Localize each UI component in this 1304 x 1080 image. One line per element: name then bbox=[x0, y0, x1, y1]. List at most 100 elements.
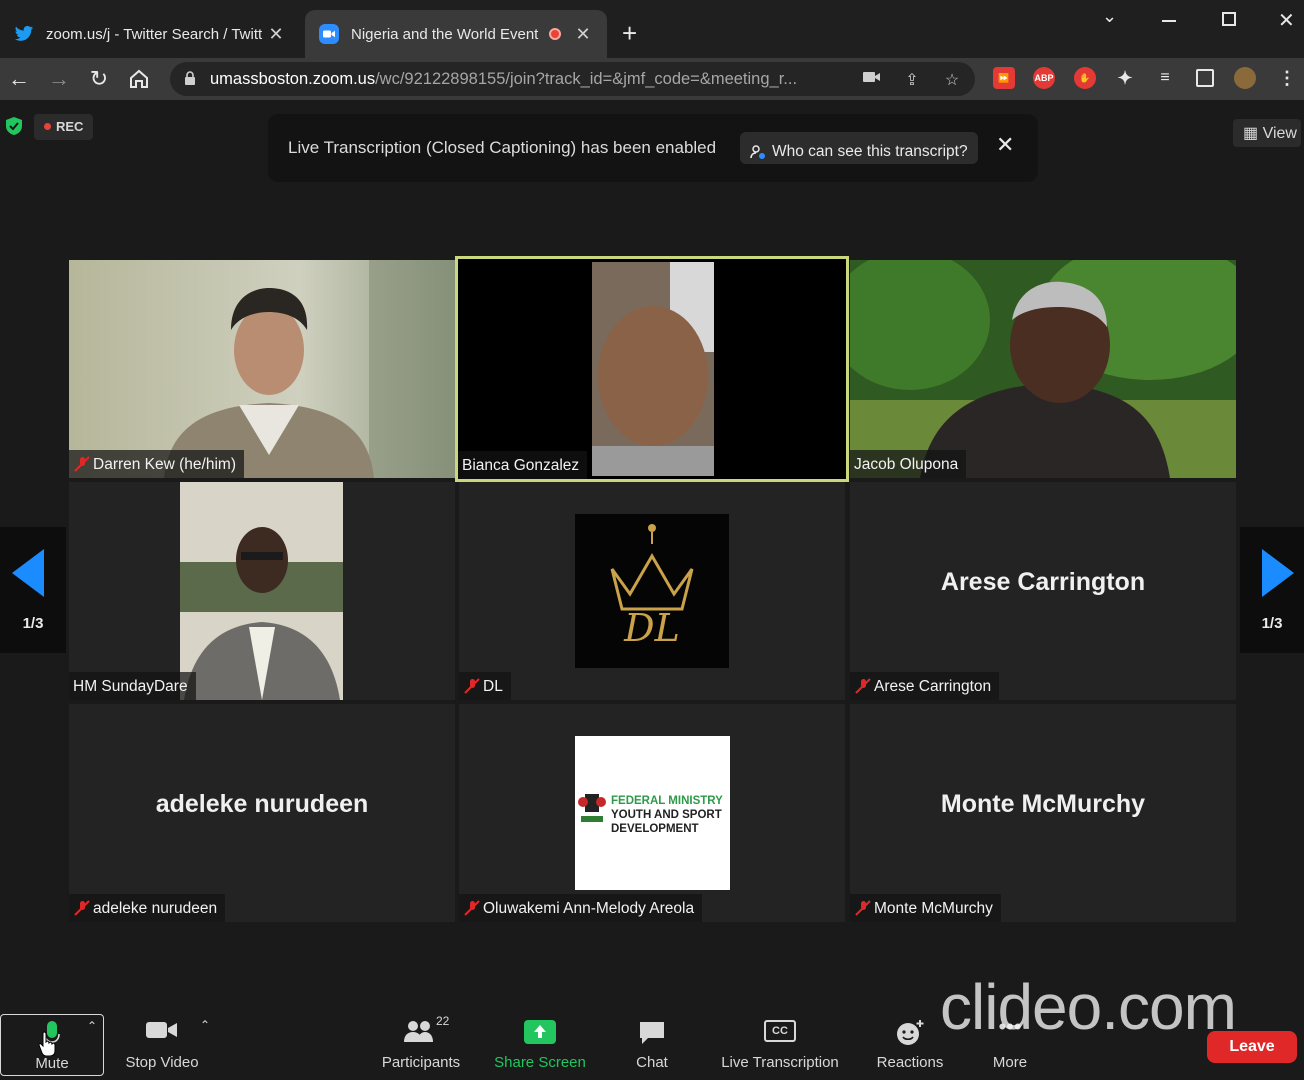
extensions-puzzle-icon[interactable]: ✦ bbox=[1114, 67, 1136, 89]
reload-icon[interactable]: ↻ bbox=[84, 64, 114, 94]
participant-name-tag: Jacob Olupona bbox=[850, 450, 967, 478]
home-icon[interactable] bbox=[124, 64, 154, 94]
back-icon[interactable]: ← bbox=[4, 64, 34, 94]
minimize-icon[interactable] bbox=[1162, 20, 1176, 22]
chat-button[interactable]: Chat bbox=[620, 1014, 684, 1076]
share-screen-button[interactable]: Share Screen bbox=[490, 1014, 590, 1076]
stop-video-label: Stop Video bbox=[125, 1054, 199, 1071]
address-bar[interactable]: umassboston.zoom.us/wc/92122898155/join?… bbox=[170, 62, 975, 96]
mute-label: Mute bbox=[35, 1055, 69, 1072]
tab-close-icon[interactable]: ✕ bbox=[266, 24, 286, 45]
tab-zoom-meeting[interactable]: Nigeria and the World Event ✕ bbox=[305, 10, 607, 58]
adblock-icon[interactable]: ABP bbox=[1033, 67, 1055, 89]
url-path: /wc/92122898155/join?track_id=&jmf_code=… bbox=[375, 70, 798, 88]
logo-line-2: YOUTH AND SPORT bbox=[611, 809, 722, 821]
video-tile-monte-mcmurchy[interactable]: Monte McMurchy Monte McMurchy bbox=[850, 704, 1236, 922]
page-indicator-right: 1/3 bbox=[1261, 615, 1283, 632]
participant-name: adeleke nurudeen bbox=[93, 900, 218, 917]
ministry-logo: FEDERAL MINISTRY YOUTH AND SPORT DEVELOP… bbox=[575, 736, 730, 890]
media-control-icon[interactable]: ≡ bbox=[1154, 67, 1176, 89]
stop-video-button[interactable]: Stop Video ⌃ bbox=[110, 1014, 214, 1076]
logo-line-3: DEVELOPMENT bbox=[611, 823, 699, 835]
muted-mic-icon bbox=[464, 900, 480, 916]
browser-toolbar: ← → ↻ umassboston.zoom.us/wc/92122898155… bbox=[0, 58, 1304, 100]
tab-twitter-search[interactable]: zoom.us/j - Twitter Search / Twitt ✕ bbox=[0, 10, 300, 58]
participant-name-tag: adeleke nurudeen bbox=[69, 894, 226, 922]
twitter-icon bbox=[14, 24, 34, 44]
extension-video-icon[interactable]: ⏩ bbox=[993, 67, 1015, 89]
who-can-see-label: Who can see this transcript? bbox=[772, 142, 968, 160]
participant-name: Monte McMurchy bbox=[874, 900, 993, 917]
view-button[interactable]: ▦ View bbox=[1233, 119, 1301, 147]
next-page-button[interactable]: 1/3 bbox=[1240, 527, 1304, 653]
side-panel-icon[interactable] bbox=[1196, 69, 1214, 87]
live-transcription-button[interactable]: CC Live Transcription bbox=[714, 1014, 846, 1076]
url-host: umassboston.zoom.us bbox=[210, 70, 376, 88]
extension-hand-icon[interactable]: ✋ bbox=[1074, 67, 1096, 89]
recording-badge[interactable]: REC bbox=[34, 114, 94, 140]
participants-icon bbox=[404, 1021, 433, 1042]
encryption-shield-icon[interactable] bbox=[4, 116, 24, 136]
logo-line-1: FEDERAL MINISTRY bbox=[611, 795, 723, 807]
new-tab-button[interactable]: + bbox=[622, 18, 637, 48]
avatar-text: DL bbox=[624, 606, 680, 650]
video-camera-icon bbox=[146, 1022, 177, 1038]
live-transcription-label: Live Transcription bbox=[721, 1054, 839, 1071]
forward-icon[interactable]: → bbox=[44, 64, 74, 94]
participant-name: Darren Kew (he/him) bbox=[93, 456, 236, 473]
transcription-banner: Live Transcription (Closed Captioning) h… bbox=[268, 114, 1038, 182]
video-tile-dl[interactable]: DL DL bbox=[459, 482, 845, 700]
participant-name-tag: Monte McMurchy bbox=[850, 894, 1001, 922]
browser-tab-bar: zoom.us/j - Twitter Search / Twitt ✕ Nig… bbox=[0, 0, 1304, 58]
participant-display-name: Monte McMurchy bbox=[940, 790, 1146, 818]
audio-options-chevron-icon[interactable]: ⌃ bbox=[87, 1019, 97, 1033]
video-options-chevron-icon[interactable]: ⌃ bbox=[200, 1018, 210, 1032]
video-tile-adeleke-nurudeen[interactable]: adeleke nurudeen adeleke nurudeen bbox=[69, 704, 455, 922]
dl-avatar: DL bbox=[575, 514, 729, 668]
video-feed-sundaydare bbox=[69, 482, 455, 700]
tab-search-icon[interactable]: ⌄ bbox=[1102, 6, 1117, 27]
grid-icon: ▦ bbox=[1243, 125, 1263, 142]
url-text: umassboston.zoom.us/wc/92122898155/join?… bbox=[210, 70, 797, 89]
bookmark-star-icon[interactable]: ☆ bbox=[942, 70, 962, 90]
camera-blocked-icon[interactable] bbox=[862, 70, 882, 90]
video-feed-jacob bbox=[850, 260, 1236, 478]
video-tile-oluwakemi[interactable]: FEDERAL MINISTRY YOUTH AND SPORT DEVELOP… bbox=[459, 704, 845, 922]
banner-close-icon[interactable]: ✕ bbox=[996, 132, 1014, 158]
lock-icon bbox=[185, 71, 195, 85]
muted-mic-icon bbox=[74, 456, 90, 472]
close-window-icon[interactable]: ✕ bbox=[1278, 8, 1295, 33]
video-tile-arese-carrington[interactable]: Arese Carrington Arese Carrington bbox=[850, 482, 1236, 700]
arrow-right-icon bbox=[1262, 549, 1294, 597]
previous-page-button[interactable]: 1/3 bbox=[0, 527, 66, 653]
participant-name-tag: Darren Kew (he/him) bbox=[69, 450, 244, 478]
video-feed-bianca bbox=[455, 256, 849, 482]
participant-name-tag: Oluwakemi Ann-Melody Areola bbox=[459, 894, 703, 922]
participant-display-name: adeleke nurudeen bbox=[155, 790, 369, 818]
chat-label: Chat bbox=[636, 1054, 668, 1071]
muted-mic-icon bbox=[74, 900, 90, 916]
browser-menu-icon[interactable]: ⋮ bbox=[1276, 67, 1298, 89]
muted-mic-icon bbox=[855, 900, 871, 916]
who-can-see-button[interactable]: Who can see this transcript? bbox=[740, 132, 978, 164]
video-tile-darren-kew[interactable]: Darren Kew (he/him) bbox=[69, 260, 455, 478]
hand-cursor-icon bbox=[38, 1031, 56, 1056]
recording-icon bbox=[549, 28, 561, 40]
profile-avatar[interactable] bbox=[1234, 67, 1256, 89]
recording-label: REC bbox=[56, 119, 84, 134]
video-tile-bianca-gonzalez[interactable]: Bianca Gonzalez bbox=[455, 256, 849, 482]
share-screen-label: Share Screen bbox=[494, 1054, 586, 1071]
share-icon[interactable]: ⇪ bbox=[902, 70, 922, 90]
more-label: More bbox=[992, 1054, 1028, 1071]
zoom-meeting-view: REC ▦ View Live Transcription (Closed Ca… bbox=[0, 100, 1304, 1080]
tab-title: Nigeria and the World Event bbox=[351, 25, 539, 43]
video-tile-jacob-olupona[interactable]: Jacob Olupona bbox=[850, 260, 1236, 478]
participants-button[interactable]: 22 Participants bbox=[372, 1014, 470, 1076]
tab-close-icon[interactable]: ✕ bbox=[573, 24, 593, 45]
share-screen-icon bbox=[524, 1020, 556, 1044]
coat-of-arms-icon bbox=[578, 794, 606, 822]
video-tile-hm-sundaydare[interactable]: HM SundayDare bbox=[69, 482, 455, 700]
participant-name: DL bbox=[483, 678, 503, 695]
maximize-icon[interactable] bbox=[1222, 12, 1236, 26]
tab-title: zoom.us/j - Twitter Search / Twitt bbox=[46, 25, 263, 43]
